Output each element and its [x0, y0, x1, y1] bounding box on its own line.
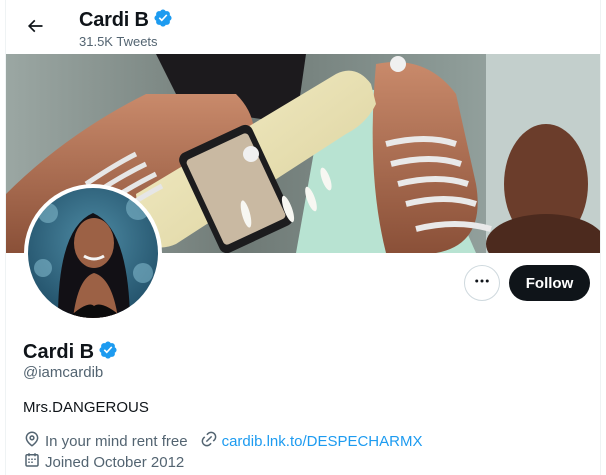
tweet-count: 31.5K Tweets — [79, 34, 158, 49]
display-name: Cardi B — [23, 341, 95, 363]
website-link[interactable]: cardib.lnk.to/DESPECHARMX — [222, 433, 423, 450]
top-bar: Cardi B 31.5K Tweets — [6, 0, 600, 54]
location-text: In your mind rent free — [45, 432, 188, 450]
profile-name-row: Cardi B — [23, 340, 118, 365]
back-button[interactable] — [18, 11, 52, 45]
joined-text: Joined October 2012 — [45, 453, 185, 471]
avatar[interactable] — [24, 184, 162, 322]
profile-column: Cardi B 31.5K Tweets Follow Cardi B @iam… — [5, 0, 601, 475]
joined-item: Joined October 2012 — [23, 451, 184, 473]
bio: Mrs.DANGEROUS — [23, 399, 149, 416]
verified-badge-icon — [153, 8, 173, 33]
link-icon — [200, 430, 222, 452]
verified-badge-icon — [98, 340, 118, 365]
profile-meta: In your mind rent free cardib.lnk.to/DES… — [23, 430, 434, 452]
header-name: Cardi B — [79, 9, 149, 31]
profile-meta-joined: Joined October 2012 — [23, 451, 196, 473]
calendar-icon — [23, 451, 45, 473]
follow-button[interactable]: Follow — [509, 265, 590, 301]
more-icon — [473, 272, 491, 295]
location-item: In your mind rent free — [23, 430, 188, 452]
location-pin-icon — [23, 430, 45, 452]
handle: @iamcardib — [23, 364, 104, 381]
website-item[interactable]: cardib.lnk.to/DESPECHARMX — [200, 430, 423, 452]
avatar-image — [28, 188, 158, 318]
arrow-left-icon — [25, 16, 45, 41]
header-name-row: Cardi B — [79, 8, 173, 33]
more-options-button[interactable] — [464, 265, 500, 301]
